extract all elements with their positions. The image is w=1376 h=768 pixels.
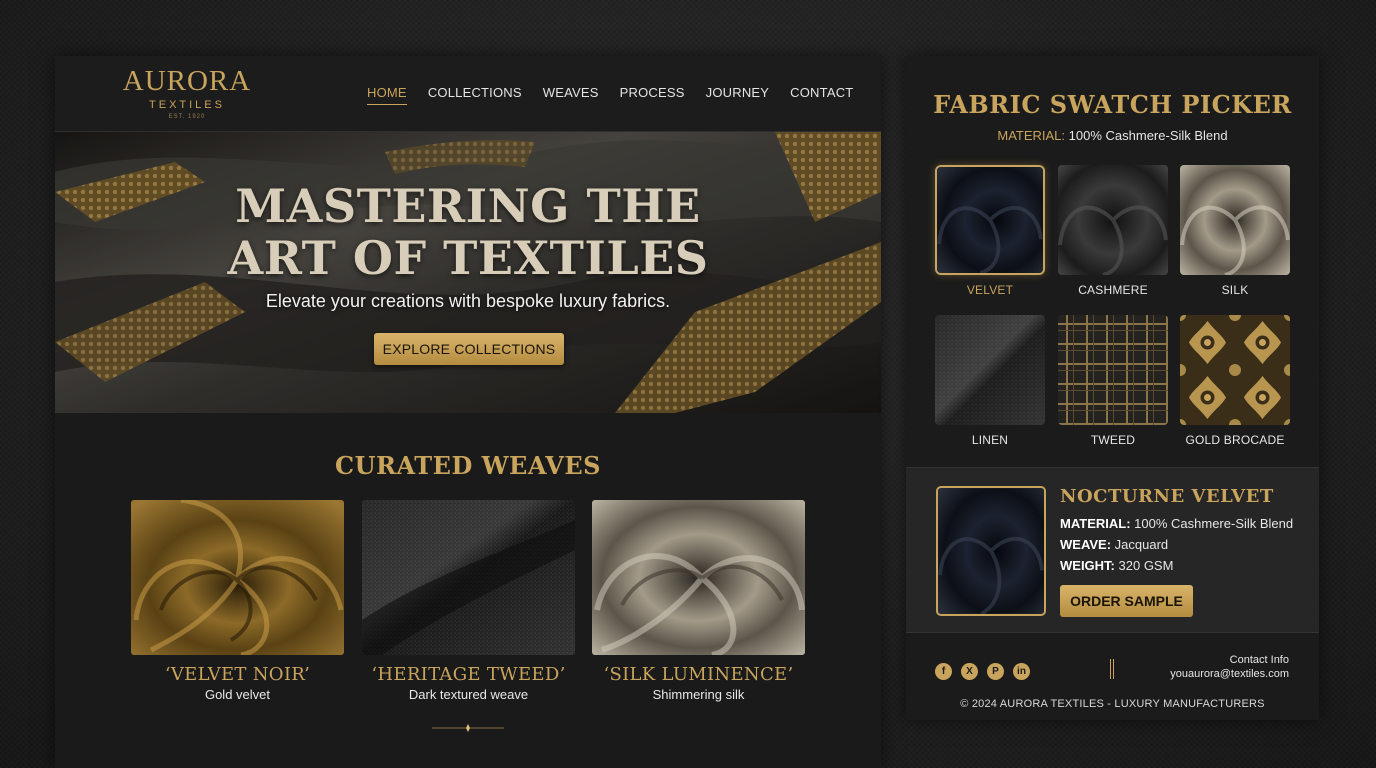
swatch-label: GOLD BROCADE [1185,433,1285,447]
picker-title: FABRIC SWATCH PICKER [933,90,1292,119]
picker-material-label: MATERIAL: [997,128,1066,143]
weave-card-title: ‘SILK LUMINENCE’ [603,664,794,685]
fabric-weave: WEAVE: Jacquard [1060,537,1168,552]
silk-luminence-image [592,500,805,655]
swatch-silk[interactable]: SILK [1180,165,1290,297]
order-sample-button[interactable]: ORDER SAMPLE [1060,585,1193,617]
brand-logo[interactable]: AURORA TEXTILES EST. 1920 [117,64,257,122]
swatch-picker-panel: FABRIC SWATCH PICKER MATERIAL: 100% Cash… [906,56,1319,720]
swatch-velvet[interactable]: VELVET [935,165,1045,297]
weave-card-title: ‘VELVET NOIR’ [164,664,311,685]
nocturne-velvet-image [936,486,1046,616]
swatch-label: LINEN [971,433,1009,447]
fabric-material: MATERIAL: 100% Cashmere-Silk Blend [1060,516,1293,531]
selected-fabric-details: NOCTURNE VELVET MATERIAL: 100% Cashmere-… [906,467,1319,633]
site-header: AURORA TEXTILES EST. 1920 HOME COLLECTIO… [55,56,881,132]
hero-title-line2: ART OF TEXTILES [227,231,709,285]
nav-journey[interactable]: JOURNEY [706,85,770,105]
cashmere-swatch-image [1058,165,1168,275]
nav-weaves[interactable]: WEAVES [543,85,599,105]
swatch-label: SILK [1221,283,1249,297]
hero-banner: MASTERING THE ART OF TEXTILES Elevate yo… [55,132,881,413]
fabric-material-value: 100% Cashmere-Silk Blend [1134,516,1294,531]
heritage-tweed-image [362,500,575,655]
fabric-material-label: MATERIAL: [1060,516,1131,531]
velvet-noir-image [131,500,344,655]
nav-collections[interactable]: COLLECTIONS [428,85,522,105]
gold-brocade-swatch-image [1180,315,1290,425]
fabric-weight-label: WEIGHT: [1060,558,1115,573]
footer-divider [1110,659,1114,679]
x-icon[interactable]: X [961,663,978,680]
nav-home[interactable]: HOME [367,85,407,105]
swatch-tweed[interactable]: TWEED [1058,315,1168,447]
velvet-swatch-image [935,165,1045,275]
contact-info-label: Contact Info [1229,654,1289,666]
hero-title-line1: MASTERING THE [235,179,701,233]
brand-subtitle: TEXTILES [149,99,225,111]
website-panel: AURORA TEXTILES EST. 1920 HOME COLLECTIO… [55,56,881,768]
swatch-gold-brocade[interactable]: GOLD BROCADE [1180,315,1290,447]
picker-material-value: 100% Cashmere-Silk Blend [1068,128,1228,143]
silk-swatch-image [1180,165,1290,275]
weave-card-velvet-noir[interactable]: ‘VELVET NOIR’ Gold velvet [131,500,344,702]
copyright-text: © 2024 AURORA TEXTILES - LUXURY MANUFACT… [960,698,1265,710]
swatch-label: TWEED [1090,433,1136,447]
nav-contact[interactable]: CONTACT [790,85,853,105]
picker-material: MATERIAL: 100% Cashmere-Silk Blend [906,128,1319,143]
fabric-weave-label: WEAVE: [1060,537,1112,552]
fabric-detail-title: NOCTURNE VELVET [1060,486,1274,507]
facebook-icon[interactable]: f [935,663,952,680]
swatch-label: CASHMERE [1078,283,1148,297]
hero-subtitle: Elevate your creations with bespoke luxu… [265,291,671,311]
ornament-divider [432,724,504,732]
tweed-swatch-image [1058,315,1168,425]
weave-card-heritage-tweed[interactable]: ‘HERITAGE TWEED’ Dark textured weave [362,500,575,702]
linkedin-icon[interactable]: in [1013,663,1030,680]
brand-name: AURORA [122,65,252,97]
fabric-weight-value: 320 GSM [1118,558,1174,573]
weave-card-description: Shimmering silk [652,687,745,702]
main-nav: HOME COLLECTIONS WEAVES PROCESS JOURNEY … [367,85,853,105]
weave-card-description: Gold velvet [204,687,271,702]
swatch-linen[interactable]: LINEN [935,315,1045,447]
curated-weaves-title: CURATED WEAVES [335,451,601,480]
brand-established: EST. 1920 [168,114,206,120]
pinterest-icon[interactable]: P [987,663,1004,680]
weave-card-title: ‘HERITAGE TWEED’ [371,664,566,685]
weave-card-silk-luminence[interactable]: ‘SILK LUMINENCE’ Shimmering silk [592,500,805,702]
explore-collections-button[interactable]: EXPLORE COLLECTIONS [374,333,564,365]
fabric-weight: WEIGHT: 320 GSM [1060,558,1173,573]
hero-title: MASTERING THE ART OF TEXTILES [55,180,881,284]
nav-process[interactable]: PROCESS [620,85,685,105]
swatch-cashmere[interactable]: CASHMERE [1058,165,1168,297]
swatch-label: VELVET [966,283,1014,297]
linen-swatch-image [935,315,1045,425]
fabric-weave-value: Jacquard [1114,537,1169,552]
contact-email-link[interactable]: youaurora@textiles.com [1170,668,1289,680]
weave-card-description: Dark textured weave [408,687,529,702]
